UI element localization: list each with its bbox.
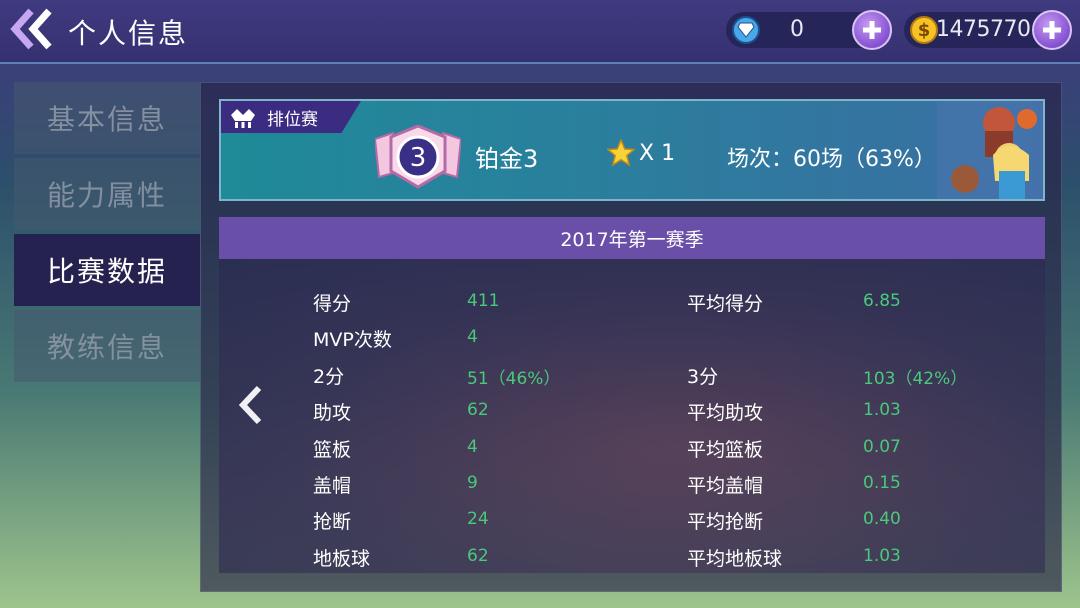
badge-number: 3: [410, 143, 427, 173]
diamond-balance: 0: [726, 10, 892, 50]
coin-icon: $: [910, 16, 938, 44]
character-art: [937, 101, 1043, 199]
add-gold-button[interactable]: [1032, 10, 1072, 50]
double-chevron-left-icon: [10, 8, 52, 50]
stat-value: 4: [467, 437, 478, 457]
stat-value: 0.15: [863, 473, 901, 493]
stat-label: 平均地板球: [687, 548, 783, 570]
stat-value: 62: [467, 400, 489, 420]
star-count: X 1: [639, 141, 676, 166]
season-bar: 2017年第一赛季: [219, 217, 1045, 259]
chevron-left-icon: [238, 385, 262, 425]
diamond-value: 0: [790, 17, 804, 42]
sidebar-item-abilities[interactable]: 能力属性: [14, 158, 200, 230]
stat-label: 平均篮板: [687, 439, 764, 461]
sidebar-item-label: 教练信息: [46, 331, 167, 364]
rank-name: 铂金3: [475, 145, 539, 173]
stat-value: 411: [467, 291, 500, 311]
stat-label: 得分: [313, 293, 352, 315]
stat-value: 24: [467, 509, 489, 529]
stat-label: 2分: [313, 366, 345, 388]
prev-season-button[interactable]: [233, 381, 269, 429]
plus-icon: [863, 21, 881, 39]
rank-tag: 排位赛: [221, 101, 361, 133]
season-title: 2017年第一赛季: [560, 228, 704, 251]
plus-icon: [1043, 21, 1061, 39]
rank-tag-label: 排位赛: [267, 109, 318, 130]
stat-value: 9: [467, 473, 478, 493]
stat-value: 103（42%）: [863, 369, 968, 389]
stat-value: 4: [467, 327, 478, 347]
match-count: 场次：60场（63%）: [727, 147, 936, 172]
stat-value: 1.03: [863, 400, 901, 420]
stat-label: 助攻: [313, 402, 352, 424]
stat-label: 平均助攻: [687, 402, 764, 424]
gold-value: 1475770: [936, 17, 1031, 42]
sidebar-item-label: 基本信息: [46, 103, 167, 136]
stat-label: 篮板: [313, 439, 352, 461]
page-title: 个人信息: [68, 17, 189, 50]
sidebar-item-basic-info[interactable]: 基本信息: [14, 82, 200, 154]
stat-label: 平均得分: [687, 293, 764, 315]
add-diamond-button[interactable]: [852, 10, 892, 50]
stat-label: 平均盖帽: [687, 475, 764, 497]
gold-balance: $ 1475770: [904, 10, 1072, 50]
stat-label: 盖帽: [313, 475, 352, 497]
sidebar-item-match-data[interactable]: 比赛数据: [14, 234, 200, 306]
sidebar-item-label: 能力属性: [46, 179, 167, 212]
stats-area: 得分 411 MVP次数 4 2分 51（46%） 助攻 62 篮板 4 盖帽 …: [219, 259, 1045, 573]
sidebar-item-label: 比赛数据: [46, 255, 167, 288]
stat-value: 1.03: [863, 546, 901, 566]
star-icon: [607, 139, 635, 167]
crown-icon: [231, 109, 255, 128]
back-button[interactable]: [8, 6, 58, 52]
stat-label: 抢断: [313, 511, 352, 533]
stat-value: 6.85: [863, 291, 901, 311]
rank-badge-icon: 3: [375, 125, 461, 189]
stat-label: 平均抢断: [687, 511, 764, 533]
stat-label: MVP次数: [313, 329, 392, 351]
top-bar: 个人信息 0 $ 1475770: [0, 0, 1080, 64]
stat-value: 62: [467, 546, 489, 566]
match-data-panel: 排位赛 3 铂金3 X 1 场次：60场（63%） 2017年第一赛季 得分 4…: [200, 82, 1062, 592]
diamond-icon: [732, 16, 760, 44]
stat-value: 0.40: [863, 509, 901, 529]
sidebar-item-coach-info[interactable]: 教练信息: [14, 310, 200, 382]
stat-value: 0.07: [863, 437, 901, 457]
rank-banner: 排位赛 3 铂金3 X 1 场次：60场（63%）: [219, 99, 1045, 201]
stat-label: 地板球: [313, 548, 371, 570]
stat-label: 3分: [687, 366, 719, 388]
stat-value: 51（46%）: [467, 369, 561, 389]
